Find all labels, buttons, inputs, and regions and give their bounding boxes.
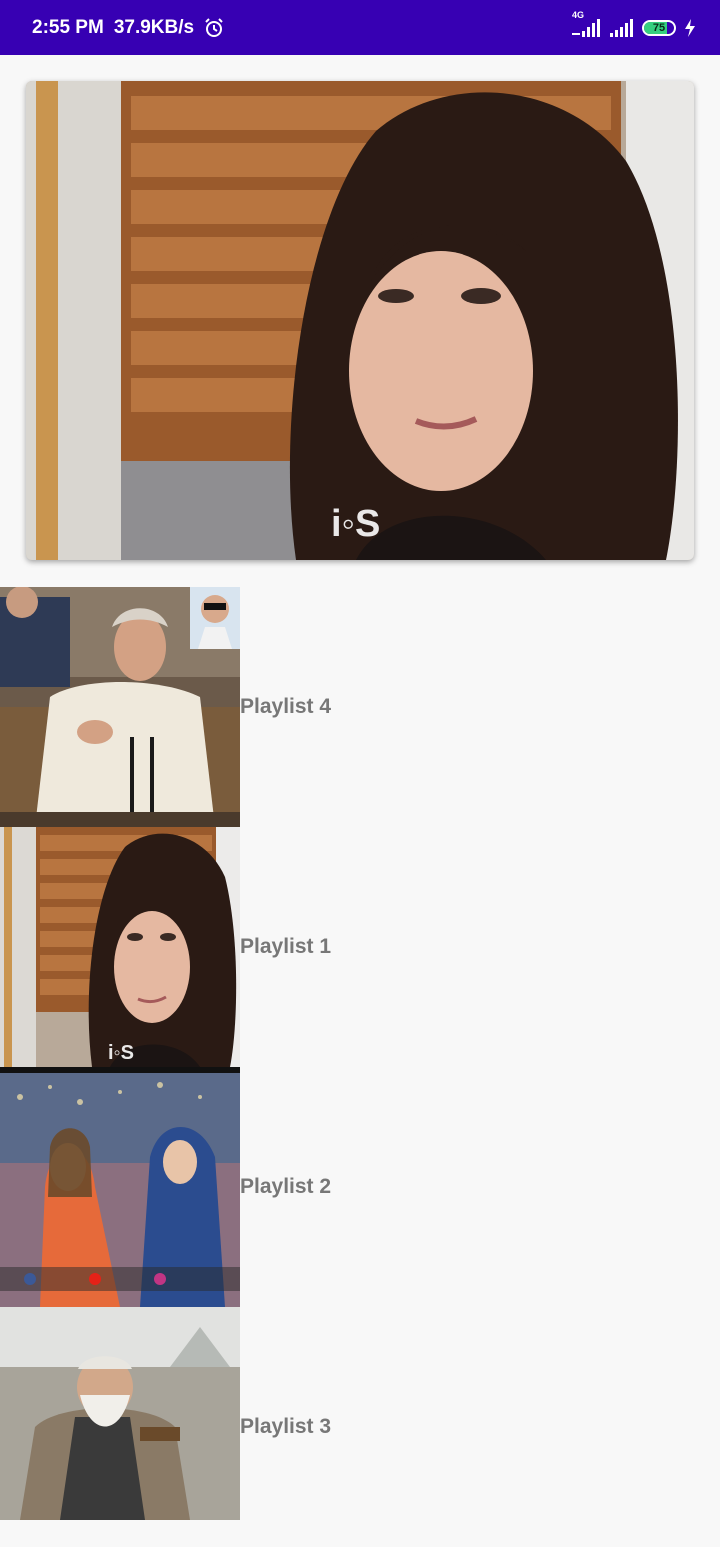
alarm-icon [204, 17, 224, 38]
playlist-label: Playlist 3 [240, 1415, 332, 1438]
playlist-label: Playlist 4 [240, 695, 332, 718]
status-left: 2:55 PM 37.9KB/s [32, 17, 224, 39]
network-type: 4G [572, 9, 585, 20]
charging-icon [684, 18, 696, 37]
playlist-thumbnail: i◦S [0, 827, 240, 1067]
street-interview-thumbnail [0, 1067, 240, 1307]
playlist-row[interactable]: Playlist 4 [0, 587, 720, 827]
playlist-label: Playlist 1 [240, 935, 332, 958]
signal-icon: 4G [572, 10, 602, 37]
old-man-thumbnail [0, 1307, 240, 1520]
status-bar: 2:55 PM 37.9KB/s 4G 75 [0, 0, 720, 55]
woman-portrait-thumbnail: i◦S [0, 827, 240, 1067]
clock: 2:55 PM [32, 16, 104, 38]
playlist-row[interactable]: i◦S Playlist 1 [0, 827, 720, 1067]
playlist-row[interactable]: Playlist 3 [0, 1307, 720, 1547]
status-right: 4G 75 [572, 10, 696, 37]
playlist-label: Playlist 2 [240, 1175, 332, 1198]
featured-video-thumbnail: i◦S [26, 81, 694, 560]
network-speed: 37.9KB/s [113, 16, 195, 38]
playlist-row[interactable]: Playlist 2 [0, 1067, 720, 1307]
featured-video-card[interactable]: i◦S [26, 81, 694, 560]
battery-level: 75 [652, 21, 666, 34]
playlist-thumbnail [0, 1067, 240, 1307]
parliament-speaker-thumbnail [0, 587, 240, 827]
svg-text:i◦S: i◦S [108, 1042, 134, 1064]
battery-icon: 75 [642, 19, 676, 36]
playlist-thumbnail [0, 587, 240, 827]
wifi-signal-icon [610, 18, 634, 37]
playlist-thumbnail [0, 1307, 240, 1547]
svg-text:i◦S: i◦S [331, 503, 380, 545]
